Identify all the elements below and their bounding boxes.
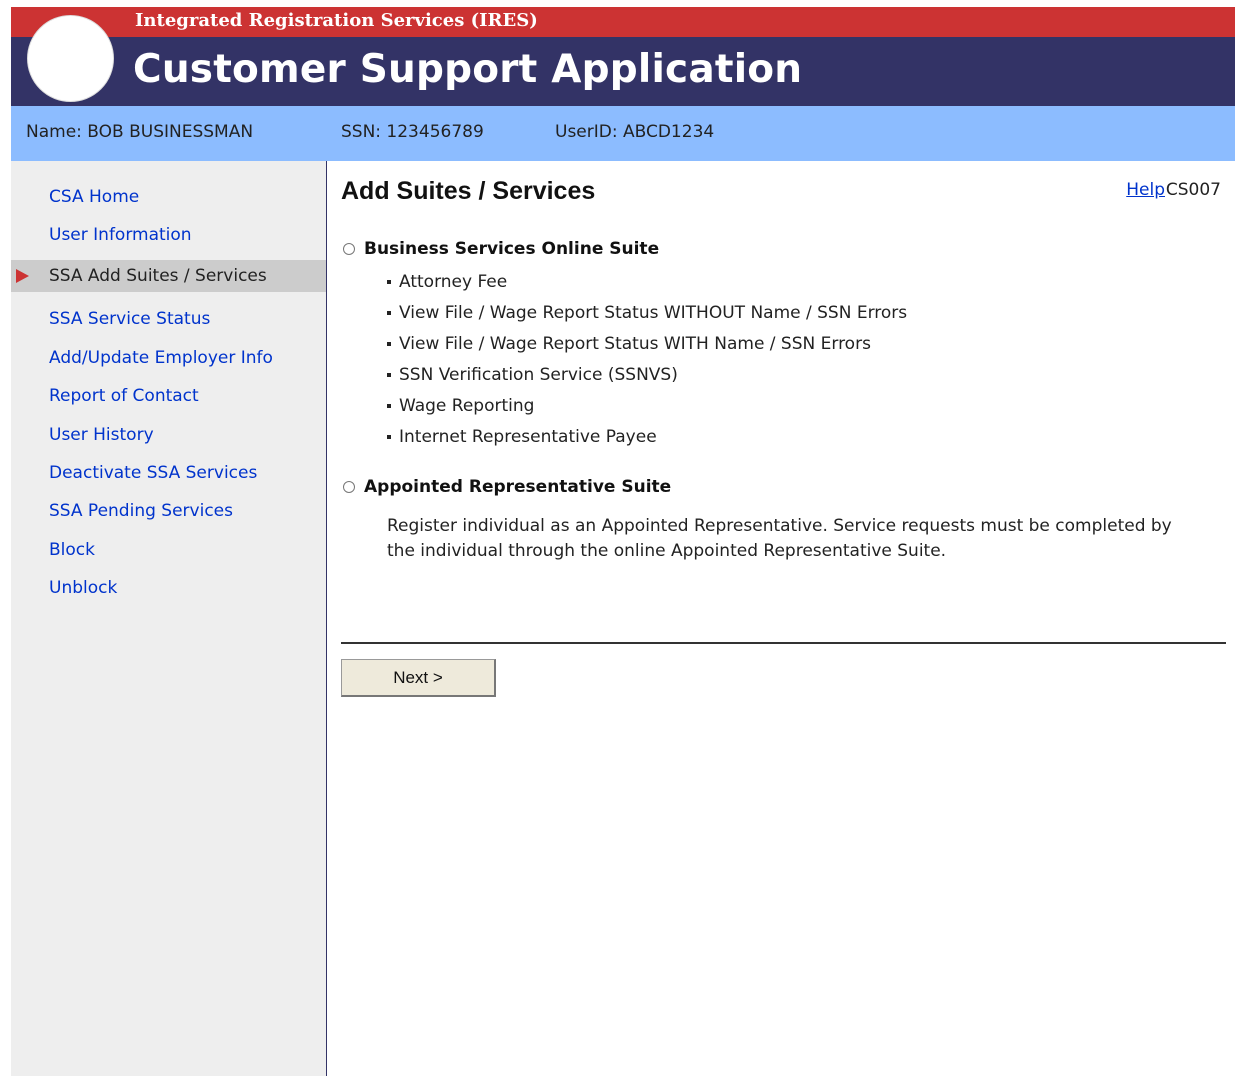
triangle-right-icon — [16, 269, 29, 283]
sidebar-item-label: SSA Pending Services — [49, 501, 233, 521]
bullet-icon — [387, 404, 391, 408]
sidebar-item-deactivate-services[interactable]: Deactivate SSA Services — [11, 457, 326, 489]
radio-appointed-representative[interactable] — [343, 481, 355, 493]
bullet-icon — [387, 342, 391, 346]
sidebar-item-label: SSA Add Suites / Services — [49, 266, 267, 286]
main-content: Add Suites / Services Help CS007 Busines… — [327, 161, 1235, 1076]
sidebar-item-service-status[interactable]: SSA Service Status — [11, 303, 326, 335]
sidebar-nav: CSA Home User Information SSA Add Suites… — [11, 161, 327, 1076]
bullet-icon — [387, 280, 391, 284]
appointed-rep-description: Register individual as an Appointed Repr… — [387, 516, 1172, 561]
bullet-icon — [387, 373, 391, 377]
divider — [341, 642, 1226, 644]
sidebar-item-add-suites-services[interactable]: SSA Add Suites / Services — [11, 260, 326, 292]
sidebar-item-report-of-contact[interactable]: Report of Contact — [11, 380, 326, 412]
sidebar-item-label: SSA Service Status — [49, 309, 211, 329]
sidebar-item-label: Deactivate SSA Services — [49, 463, 258, 483]
sidebar-item-pending-services[interactable]: SSA Pending Services — [11, 495, 326, 527]
user-id: UserID: ABCD1234 — [555, 122, 715, 142]
list-item: View File / Wage Report Status WITHOUT N… — [387, 301, 907, 332]
service-label: Internet Representative Payee — [399, 427, 657, 447]
page-title: Add Suites / Services — [341, 177, 596, 205]
option-label: Business Services Online Suite — [364, 239, 660, 259]
sidebar-item-unblock[interactable]: Unblock — [11, 572, 326, 604]
org-banner: Integrated Registration Services (IRES) — [11, 7, 1235, 37]
sidebar-item-label: Add/Update Employer Info — [49, 348, 273, 368]
next-button[interactable]: Next > — [341, 659, 496, 697]
service-label: View File / Wage Report Status WITHOUT N… — [399, 303, 908, 323]
help-link[interactable]: Help — [1126, 180, 1165, 200]
sidebar-item-label: User History — [49, 425, 154, 445]
app-title: Customer Support Application — [133, 47, 803, 92]
sidebar-item-label: Unblock — [49, 578, 118, 598]
sidebar-item-label: User Information — [49, 225, 192, 245]
option-appointed-representative[interactable]: Appointed Representative Suite — [343, 477, 671, 497]
user-ssn: SSN: 123456789 — [341, 122, 484, 142]
screen-code: CS007 — [1165, 180, 1221, 200]
list-item: SSN Verification Service (SSNVS) — [387, 363, 907, 394]
user-name: Name: BOB BUSINESSMAN — [26, 122, 254, 142]
bullet-icon — [387, 311, 391, 315]
radio-business-services[interactable] — [343, 243, 355, 255]
user-info-bar: Name: BOB BUSINESSMAN SSN: 123456789 Use… — [11, 106, 1235, 161]
service-label: SSN Verification Service (SSNVS) — [399, 365, 678, 385]
app-window: Integrated Registration Services (IRES) … — [11, 7, 1235, 1076]
sidebar-item-csa-home[interactable]: CSA Home — [11, 181, 326, 213]
option-label: Appointed Representative Suite — [364, 477, 672, 497]
sidebar-item-user-information[interactable]: User Information — [11, 219, 326, 251]
service-label: Wage Reporting — [399, 396, 535, 416]
org-name: Integrated Registration Services (IRES) — [135, 10, 538, 31]
sidebar-item-employer-info[interactable]: Add/Update Employer Info — [11, 342, 326, 374]
service-label: Attorney Fee — [399, 272, 508, 292]
sidebar-item-label: CSA Home — [49, 187, 140, 207]
option-business-services[interactable]: Business Services Online Suite — [343, 239, 659, 259]
sidebar-item-label: Block — [49, 540, 95, 560]
list-item: Wage Reporting — [387, 394, 907, 425]
sidebar-item-user-history[interactable]: User History — [11, 419, 326, 451]
service-label: View File / Wage Report Status WITH Name… — [399, 334, 871, 354]
sidebar-item-block[interactable]: Block — [11, 534, 326, 566]
logo-circle — [27, 15, 114, 102]
bullet-icon — [387, 435, 391, 439]
business-services-list: Attorney Fee View File / Wage Report Sta… — [387, 270, 907, 456]
sidebar-item-label: Report of Contact — [49, 386, 199, 406]
list-item: Attorney Fee — [387, 270, 907, 301]
list-item: View File / Wage Report Status WITH Name… — [387, 332, 907, 363]
app-title-bar: Customer Support Application — [11, 37, 1235, 106]
list-item: Internet Representative Payee — [387, 425, 907, 456]
